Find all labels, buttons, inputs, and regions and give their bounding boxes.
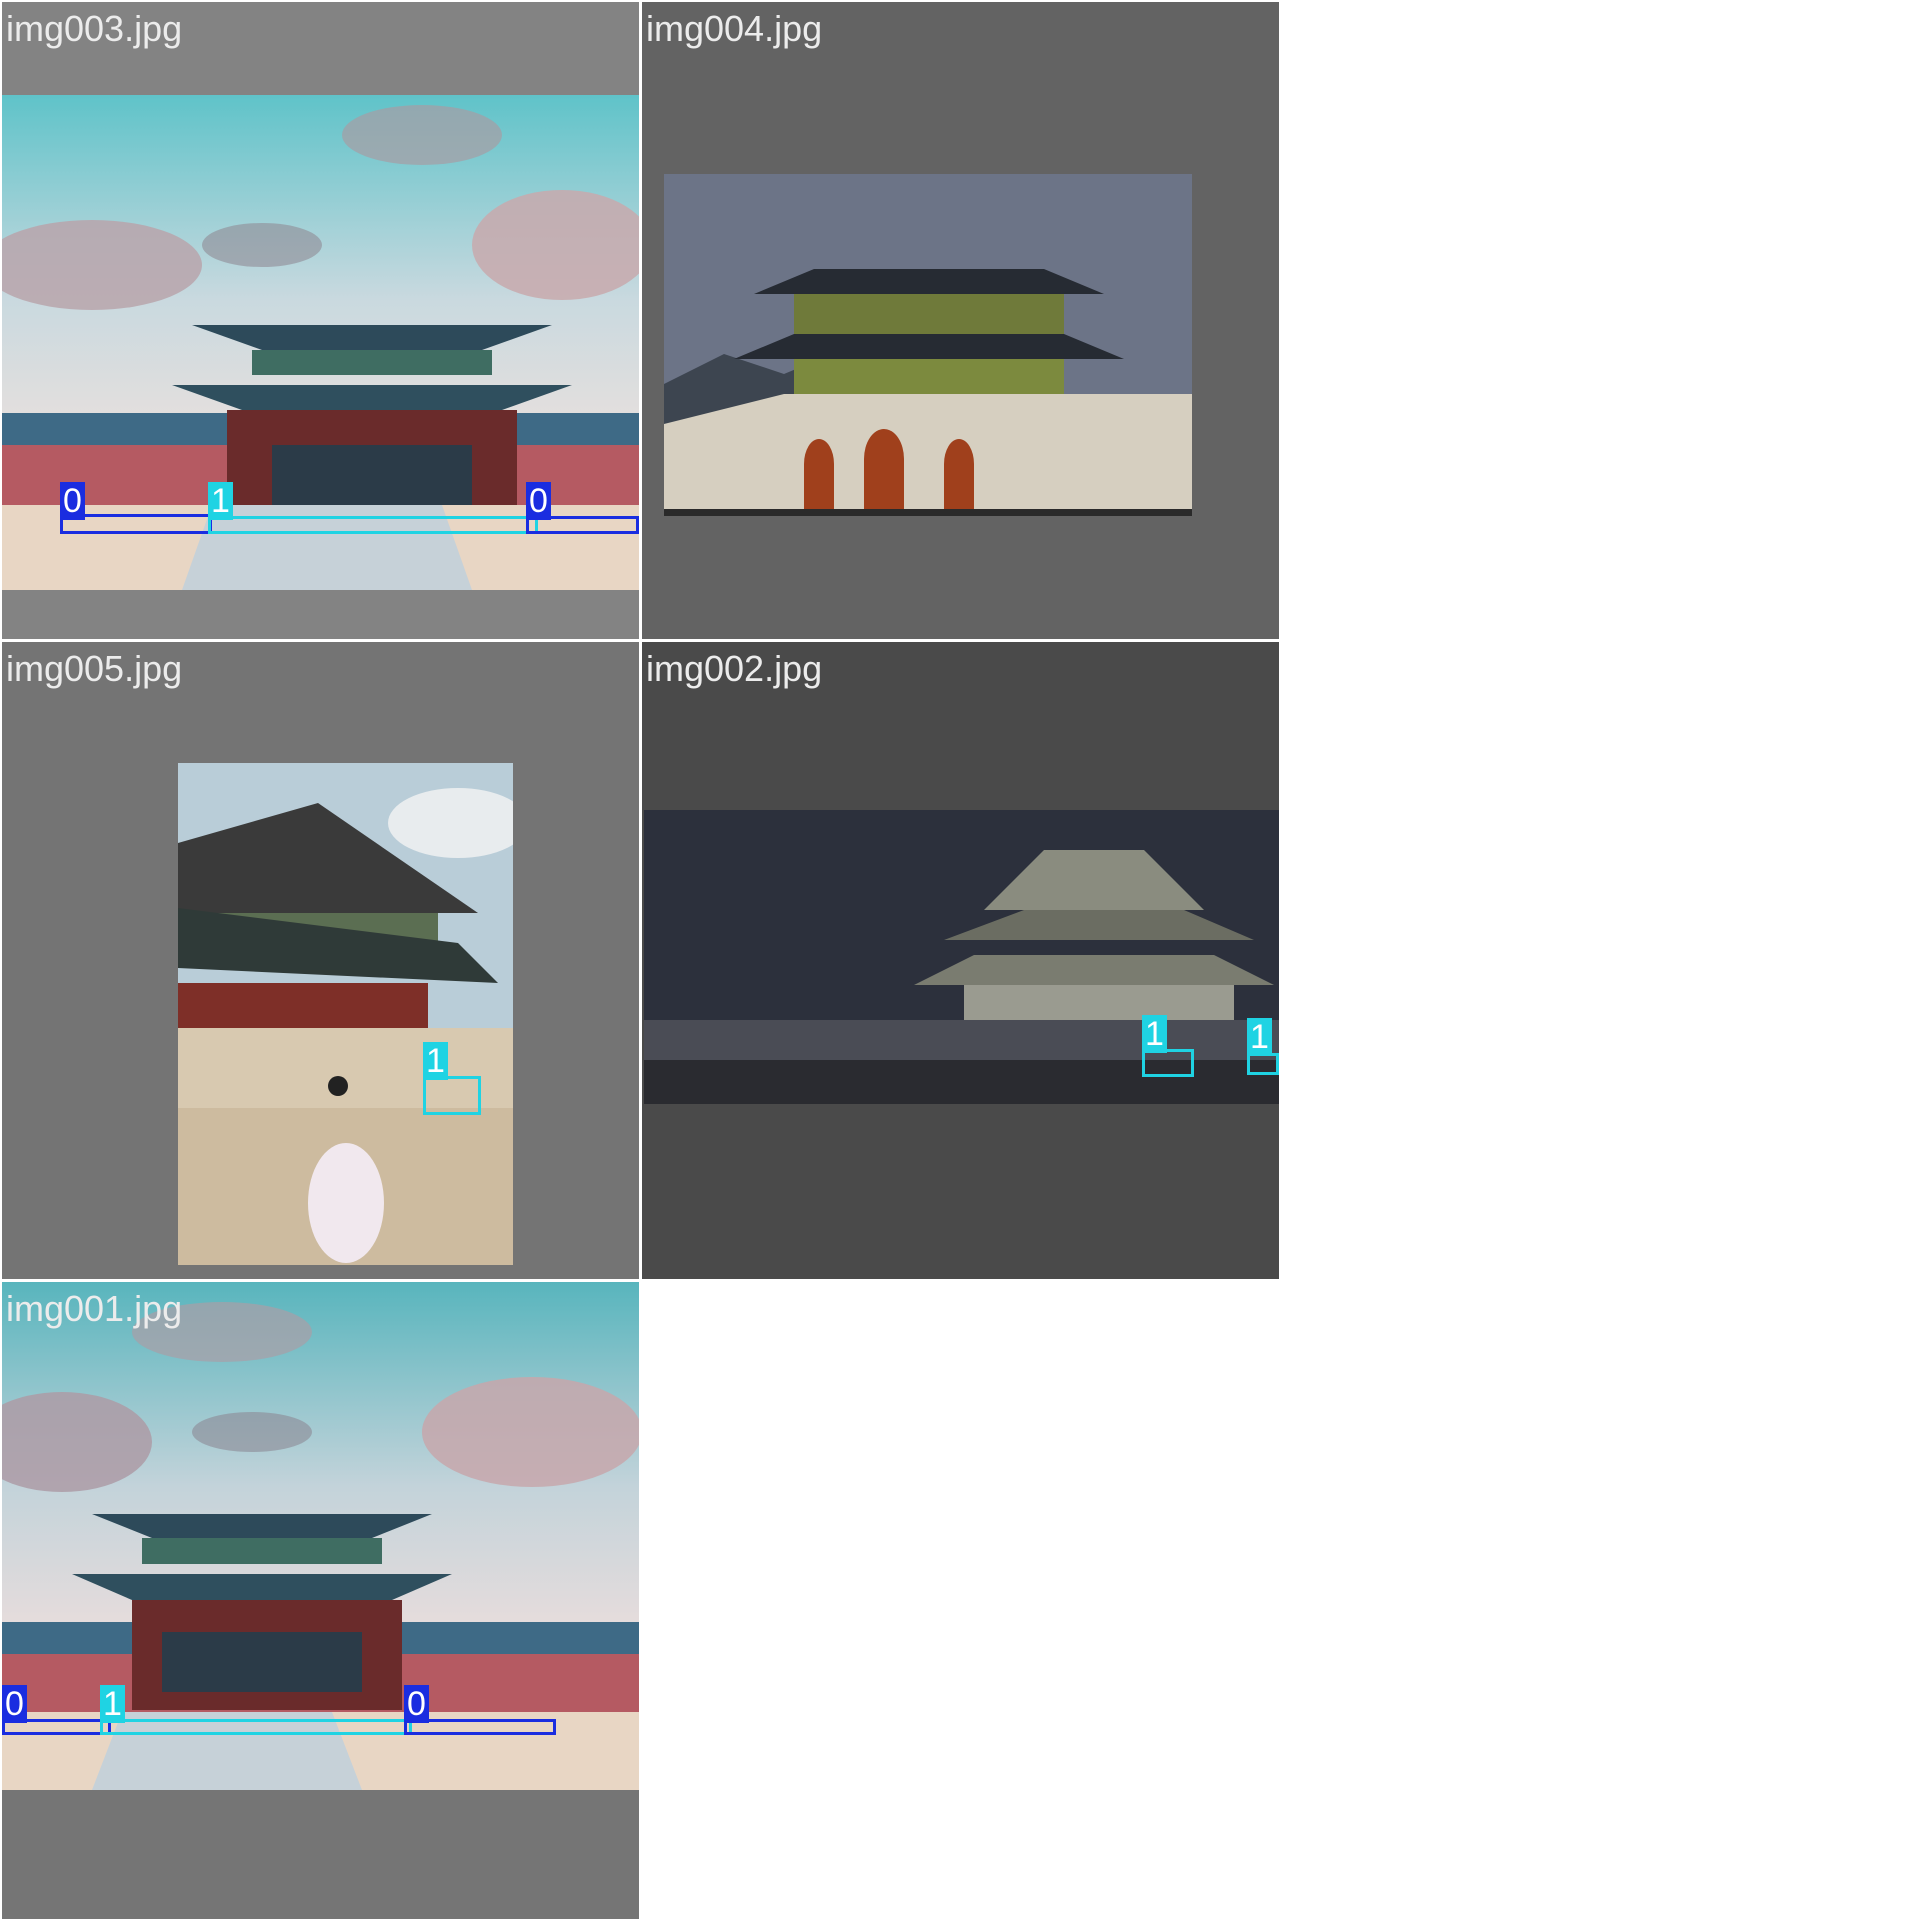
filename-label: img002.jpg (646, 648, 823, 689)
detection-label-class-0: 0 (526, 482, 551, 520)
detection-label-class-1: 1 (1142, 1015, 1167, 1053)
thumbnail-tile[interactable]: img003.jpg 0 1 0 (2, 2, 639, 639)
detection-box-class-1 (423, 1076, 481, 1115)
detection-box-class-1 (100, 1719, 412, 1735)
detection-label-class-1: 1 (1247, 1018, 1272, 1056)
detection-label-class-1: 1 (100, 1685, 125, 1723)
filename-label: img001.jpg (6, 1288, 183, 1329)
detection-label-class-0: 0 (2, 1685, 27, 1723)
palace-gate-night-photo (664, 174, 1192, 516)
thumbnail-tile[interactable]: img002.jpg 1 1 (642, 642, 1279, 1279)
detection-box-class-1 (208, 516, 538, 534)
detection-box-class-1 (1142, 1049, 1194, 1077)
filename-label: img003.jpg (6, 8, 183, 49)
thumbnail-tile[interactable]: img004.jpg (642, 2, 1279, 639)
filename-label: img004.jpg (646, 8, 823, 49)
detection-label-class-0: 0 (404, 1685, 429, 1723)
thumbnail-tile[interactable]: img001.jpg 0 1 0 (2, 1282, 639, 1919)
detection-label-class-0: 0 (60, 482, 85, 520)
filename-label: img005.jpg (6, 648, 183, 689)
detection-label-class-1: 1 (208, 482, 233, 520)
detection-label-class-1: 1 (423, 1042, 448, 1080)
detection-box-class-1 (1247, 1053, 1279, 1075)
palace-day-photo (2, 1282, 639, 1790)
palace-hanbok-photo (178, 763, 513, 1265)
thumbnail-tile[interactable]: img005.jpg 1 (2, 642, 639, 1279)
